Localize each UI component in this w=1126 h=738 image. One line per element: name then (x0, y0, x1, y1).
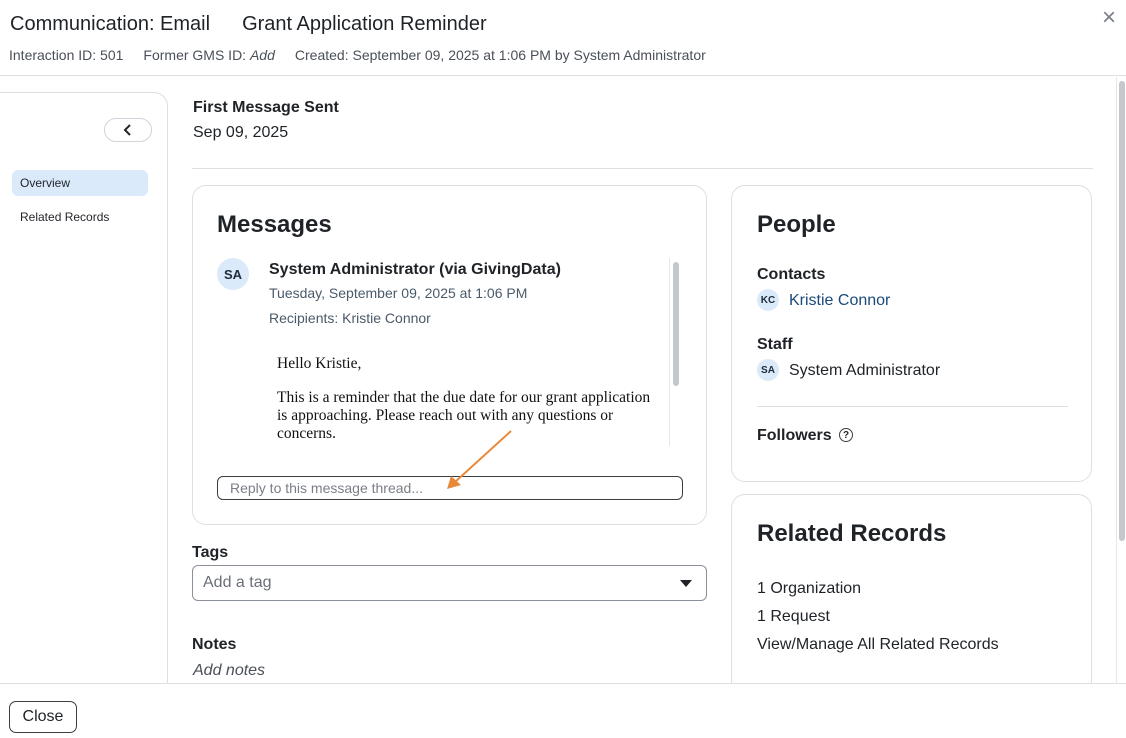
close-button[interactable]: Close (9, 701, 77, 733)
email-paragraph: This is a reminder that the due date for… (277, 389, 651, 442)
related-records-title: Related Records (757, 520, 947, 547)
page-scrollbar-thumb[interactable] (1119, 81, 1125, 541)
related-records-card: Related Records 1 Organization 1 Request… (731, 494, 1092, 694)
created-info: Created: September 09, 2025 at 1:06 PM b… (294, 47, 706, 63)
tags-placeholder: Add a tag (203, 574, 272, 591)
messages-title: Messages (217, 211, 332, 238)
followers-label: Followers (757, 427, 832, 444)
tags-select[interactable]: Add a tag (192, 565, 707, 601)
sidebar-item-related-records[interactable]: Related Records (12, 204, 148, 230)
related-organization-count: 1 Organization (757, 580, 862, 597)
contacts-label: Contacts (757, 266, 826, 283)
communication-type-title: Communication: Email (10, 13, 211, 35)
collapse-sidebar-button[interactable] (104, 118, 152, 142)
message-scrollbar[interactable] (669, 258, 682, 446)
interaction-id: Interaction ID: 501 (9, 47, 124, 63)
related-request-count: 1 Request (757, 608, 830, 625)
help-icon[interactable]: ? (839, 428, 853, 442)
footer: Close (0, 683, 1126, 738)
sidebar-nav: Overview Related Records (0, 92, 168, 702)
email-body: Hello Kristie, This is a reminder that t… (277, 355, 657, 459)
divider (192, 168, 1093, 169)
tags-label: Tags (192, 544, 229, 561)
page-title: Communication: Email Grant Application Re… (10, 13, 487, 36)
communication-subject: Grant Application Reminder (242, 13, 487, 35)
avatar: SA (757, 359, 779, 381)
people-card: People Contacts KC Kristie Connor Staff … (731, 185, 1092, 482)
interaction-meta: Interaction ID: 501 Former GMS ID: Add Cre… (9, 47, 706, 63)
chevron-left-icon (123, 124, 131, 136)
page-scrollbar[interactable] (1116, 77, 1126, 683)
avatar: KC (757, 289, 779, 311)
caret-down-icon (680, 580, 692, 587)
staff-label: Staff (757, 336, 793, 353)
first-message-date: Sep 09, 2025 (193, 124, 289, 141)
people-title: People (757, 211, 836, 238)
contact-link[interactable]: Kristie Connor (789, 292, 890, 310)
email-greeting: Hello Kristie, (277, 355, 362, 372)
divider (757, 406, 1068, 407)
notes-label: Notes (192, 636, 237, 653)
reply-input[interactable] (217, 476, 683, 500)
message-sender: System Administrator (via GivingData) (269, 261, 561, 278)
message-scrollbar-thumb[interactable] (673, 262, 679, 386)
page-header: Communication: Email Grant Application Re… (0, 0, 1126, 76)
first-message-label: First Message Sent (193, 99, 339, 116)
add-notes-link[interactable]: Add notes (193, 662, 265, 680)
message-recipients: Recipients: Kristie Connor (269, 310, 431, 326)
former-gms-label: Former GMS ID: (143, 47, 250, 63)
view-manage-related-link[interactable]: View/Manage All Related Records (757, 636, 999, 654)
sidebar-item-overview[interactable]: Overview (12, 170, 148, 196)
close-icon[interactable]: × (1102, 6, 1116, 30)
staff-name: System Administrator (789, 362, 941, 379)
former-gms-add-link[interactable]: Add (250, 47, 275, 63)
avatar: SA (217, 258, 249, 290)
message-date: Tuesday, September 09, 2025 at 1:06 PM (269, 285, 528, 301)
messages-card: Messages SA System Administrator (via Gi… (192, 185, 707, 525)
